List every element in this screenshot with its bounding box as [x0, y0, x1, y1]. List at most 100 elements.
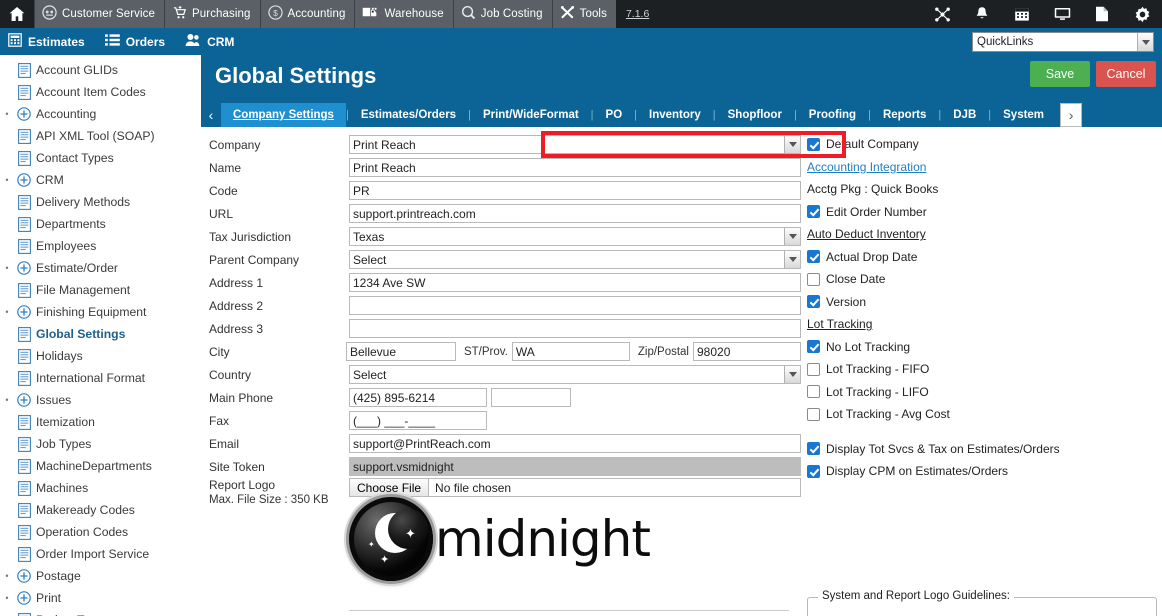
checkbox-lot-tracking-fifo[interactable] — [807, 362, 820, 376]
email-input[interactable] — [349, 434, 801, 453]
expand-toggle-icon[interactable]: • — [2, 307, 12, 317]
option-row-edit-order-number[interactable]: Edit Order Number — [807, 201, 1157, 224]
option-row-default-company[interactable]: Default Company — [807, 133, 1157, 156]
option-row-close-date[interactable]: Close Date — [807, 268, 1157, 291]
address2-input[interactable] — [349, 296, 801, 315]
sidebar-item-accounting[interactable]: • Accounting — [0, 103, 201, 125]
sidebar-item-job-types[interactable]: Job Types — [0, 433, 201, 455]
city-input[interactable] — [345, 342, 456, 361]
option-row-lot-tracking-lifo[interactable]: Lot Tracking - LIFO — [807, 381, 1157, 404]
share-nodes-icon[interactable] — [922, 0, 962, 28]
name-input[interactable] — [349, 158, 801, 177]
tab-next-button[interactable]: › — [1060, 103, 1083, 127]
sidebar-item-itemization[interactable]: Itemization — [0, 411, 201, 433]
option-row-lot-tracking-avg-cost[interactable]: Lot Tracking - Avg Cost — [807, 403, 1157, 426]
choose-file-button[interactable]: Choose File — [350, 479, 430, 496]
sidebar-item-file-management[interactable]: File Management — [0, 279, 201, 301]
tab-reports[interactable]: Reports — [871, 103, 938, 127]
sidebar-item-issues[interactable]: • Issues — [0, 389, 201, 411]
expand-toggle-icon[interactable]: • — [2, 593, 12, 603]
tab-estimates-orders[interactable]: Estimates/Orders — [349, 103, 468, 127]
topnav-item-customer-service[interactable]: Customer Service — [34, 0, 164, 28]
topnav-item-accounting[interactable]: $ Accounting — [259, 0, 355, 28]
checkbox-display-tot-svcs-tax-on-estimates-orders[interactable] — [807, 442, 820, 456]
option-row-display-cpm-on-estimates-orders[interactable]: Display CPM on Estimates/Orders — [807, 460, 1157, 483]
option-row-version[interactable]: Version — [807, 291, 1157, 314]
sidebar-item-makeready-codes[interactable]: Makeready Codes — [0, 499, 201, 521]
sidebar-item-api-xml-tool-soap[interactable]: API XML Tool (SOAP) — [0, 125, 201, 147]
checkbox-lot-tracking-avg-cost[interactable] — [807, 407, 820, 421]
sidebar-item-operation-codes[interactable]: Operation Codes — [0, 521, 201, 543]
option-link-lot-tracking[interactable]: Lot Tracking — [807, 313, 1157, 336]
tab-proofing[interactable]: Proofing — [797, 103, 868, 127]
sidebar-item-order-import-service[interactable]: Order Import Service — [0, 543, 201, 565]
sidebar-item-crm[interactable]: • CRM — [0, 169, 201, 191]
address3-input[interactable] — [349, 319, 801, 338]
sidebar-item-employees[interactable]: Employees — [0, 235, 201, 257]
tab-system[interactable]: System — [991, 103, 1056, 127]
checkbox-default-company[interactable] — [807, 137, 820, 151]
code-input[interactable] — [349, 181, 801, 200]
option-row-actual-drop-date[interactable]: Actual Drop Date — [807, 246, 1157, 269]
state-input[interactable] — [511, 342, 630, 361]
sidebar-item-finishing-equipment[interactable]: • Finishing Equipment — [0, 301, 201, 323]
parent-company-dropdown[interactable]: Select — [349, 250, 801, 269]
bell-icon[interactable] — [962, 0, 1002, 28]
cancel-button[interactable]: Cancel — [1096, 61, 1156, 87]
sidebar-item-postage[interactable]: • Postage — [0, 565, 201, 587]
subnav-item-estimates[interactable]: Estimates — [8, 33, 85, 50]
quicklinks-dropdown[interactable]: QuickLinks — [972, 32, 1154, 52]
sidebar-item-contact-types[interactable]: Contact Types — [0, 147, 201, 169]
topnav-item-job-costing[interactable]: Job Costing — [452, 0, 552, 28]
expand-toggle-icon[interactable]: • — [2, 395, 12, 405]
monitor-icon[interactable] — [1042, 0, 1082, 28]
fax-input[interactable] — [349, 411, 487, 430]
page-icon[interactable] — [1082, 0, 1122, 28]
version-link[interactable]: 7.1.6 — [616, 0, 659, 28]
sidebar-item-print[interactable]: • Print — [0, 587, 201, 609]
option-row-lot-tracking-fifo[interactable]: Lot Tracking - FIFO — [807, 358, 1157, 381]
sidebar-item-departments[interactable]: Departments — [0, 213, 201, 235]
checkbox-display-cpm-on-estimates-orders[interactable] — [807, 464, 820, 478]
checkbox-close-date[interactable] — [807, 272, 820, 286]
checkbox-actual-drop-date[interactable] — [807, 250, 820, 264]
sidebar-item-project-types[interactable]: Project Types — [0, 609, 201, 616]
save-button[interactable]: Save — [1030, 61, 1090, 87]
option-row-no-lot-tracking[interactable]: No Lot Tracking — [807, 336, 1157, 359]
tab-djb[interactable]: DJB — [941, 103, 988, 127]
topnav-item-warehouse[interactable]: Warehouse — [354, 0, 453, 28]
calendar-icon[interactable] — [1002, 0, 1042, 28]
home-icon[interactable] — [0, 0, 34, 28]
gear-icon[interactable] — [1122, 0, 1162, 28]
topnav-item-tools[interactable]: Tools — [551, 0, 616, 28]
checkbox-no-lot-tracking[interactable] — [807, 340, 820, 354]
expand-toggle-icon[interactable]: • — [2, 263, 12, 273]
main-phone-ext-input[interactable] — [491, 388, 571, 407]
tab-print-wideformat[interactable]: Print/WideFormat — [471, 103, 591, 127]
option-link-accounting-integration[interactable]: Accounting Integration — [807, 156, 1157, 179]
sidebar-item-machinedepartments[interactable]: MachineDepartments — [0, 455, 201, 477]
url-input[interactable] — [349, 204, 801, 223]
tab-inventory[interactable]: Inventory — [637, 103, 713, 127]
sidebar-item-account-item-codes[interactable]: Account Item Codes — [0, 81, 201, 103]
checkbox-edit-order-number[interactable] — [807, 205, 820, 219]
sidebar-item-holidays[interactable]: Holidays — [0, 345, 201, 367]
sidebar-item-account-glids[interactable]: Account GLIDs — [0, 59, 201, 81]
sidebar-item-machines[interactable]: Machines — [0, 477, 201, 499]
topnav-item-purchasing[interactable]: Purchasing — [164, 0, 260, 28]
company-dropdown[interactable]: Print Reach — [349, 135, 801, 154]
address1-input[interactable] — [349, 273, 801, 292]
sidebar-item-international-format[interactable]: International Format — [0, 367, 201, 389]
option-link-auto-deduct-inventory[interactable]: Auto Deduct Inventory — [807, 223, 1157, 246]
zip-input[interactable] — [693, 342, 801, 361]
option-row-display-tot-svcs-tax-on-estimates-orders[interactable]: Display Tot Svcs & Tax on Estimates/Orde… — [807, 438, 1157, 461]
checkbox-lot-tracking-lifo[interactable] — [807, 385, 820, 399]
subnav-item-crm[interactable]: CRM — [185, 33, 234, 50]
checkbox-version[interactable] — [807, 295, 820, 309]
expand-toggle-icon[interactable]: • — [2, 109, 12, 119]
tab-prev-button[interactable]: ‹ — [201, 103, 221, 127]
tab-shopfloor[interactable]: Shopfloor — [716, 103, 794, 127]
tab-company-settings[interactable]: Company Settings — [221, 103, 346, 127]
country-dropdown[interactable]: Select — [349, 365, 801, 384]
expand-toggle-icon[interactable]: • — [2, 571, 12, 581]
